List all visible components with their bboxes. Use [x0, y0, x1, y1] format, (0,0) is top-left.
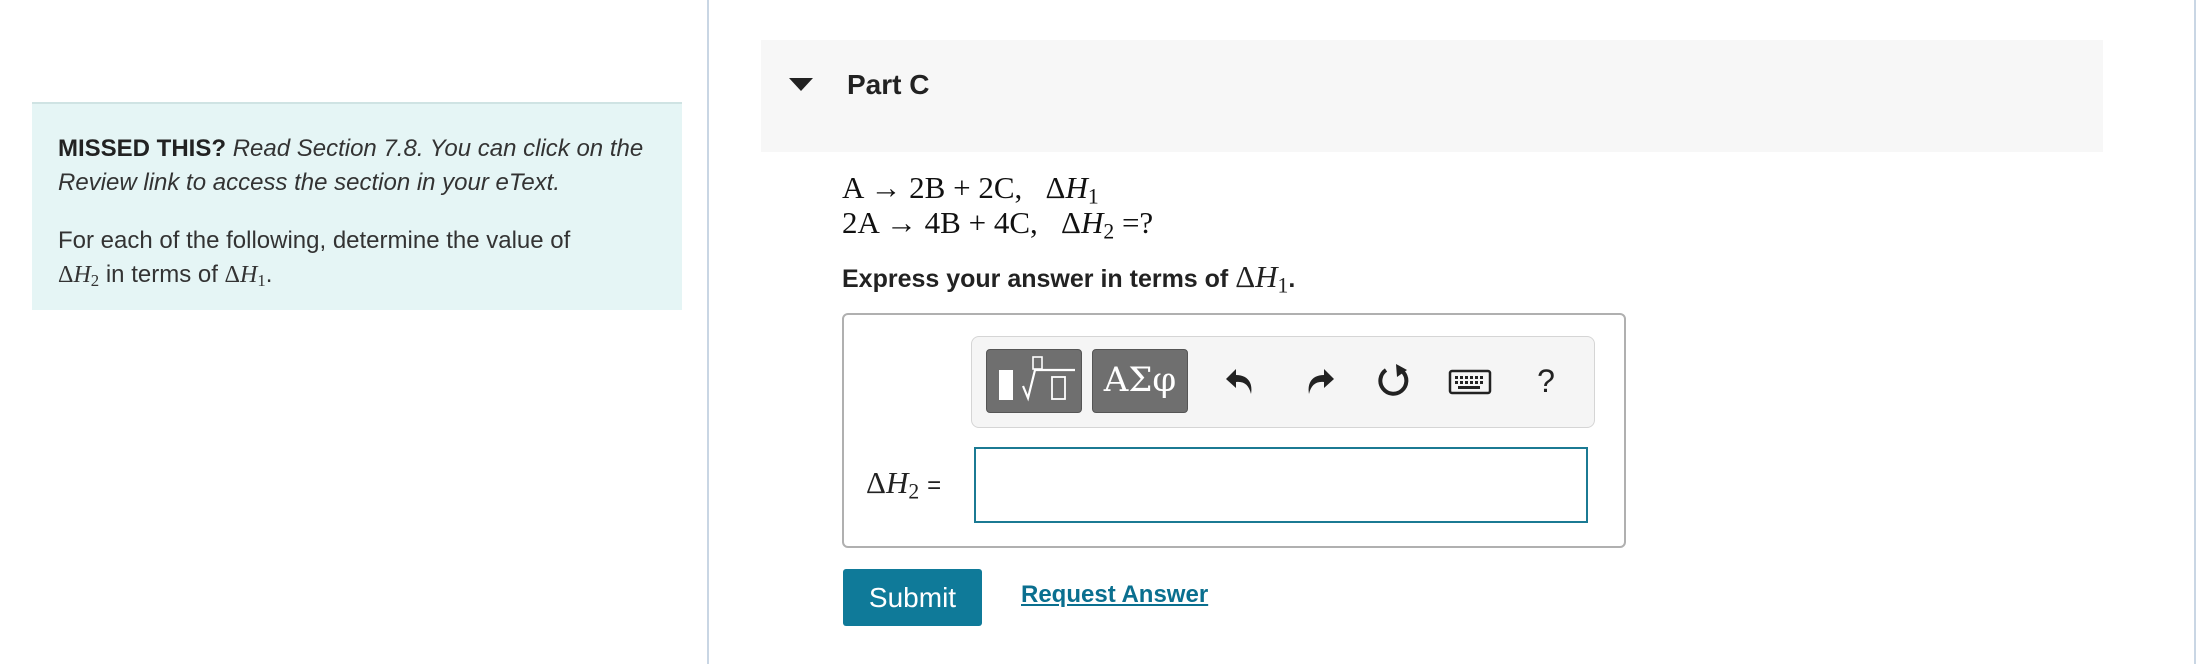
part-title: Part C: [847, 69, 930, 100]
hint-delta-h1: ΔH1: [224, 262, 266, 291]
templates-button[interactable]: [986, 349, 1082, 413]
hint-panel: MISSED THIS? Read Section 7.8. You can c…: [32, 102, 682, 310]
reset-icon[interactable]: [1374, 361, 1414, 401]
column-divider: [707, 0, 709, 664]
templates-icon: [999, 356, 1075, 402]
answer-lhs-label: ΔH2 =: [866, 465, 942, 504]
greek-letters-button[interactable]: ΑΣφ: [1092, 349, 1188, 413]
help-icon[interactable]: ?: [1526, 361, 1566, 401]
right-scroll-edge: [2194, 0, 2196, 664]
submit-button[interactable]: Submit: [843, 569, 982, 626]
hint-delta-h2: ΔH2: [58, 262, 100, 291]
equation-line-2: 2A → 4B + 4C, ΔH2 =?: [842, 205, 1154, 244]
keyboard-icon[interactable]: [1448, 361, 1492, 401]
instruction-delta-h1: ΔH1: [1235, 259, 1289, 298]
hint-missed-paragraph: MISSED THIS? Read Section 7.8. You can c…: [58, 132, 656, 200]
answer-instruction: Express your answer in terms of ΔH1.: [842, 259, 1296, 298]
equation-line-1: A → 2B + 2C, ΔH1: [842, 170, 1099, 209]
missed-this-label: MISSED THIS?: [58, 135, 227, 162]
redo-icon[interactable]: [1298, 361, 1338, 401]
hint-instruction-prefix: For each of the following, determine the…: [58, 227, 571, 254]
math-toolbar: ΑΣφ ?: [971, 336, 1595, 428]
hint-period: .: [265, 261, 273, 288]
part-header[interactable]: Part C: [761, 40, 2103, 152]
hint-instruction-paragraph: For each of the following, determine the…: [58, 224, 656, 292]
collapse-caret-icon[interactable]: [789, 78, 813, 91]
undo-icon[interactable]: [1222, 361, 1262, 401]
hint-in-terms-of: in terms of: [105, 261, 218, 288]
answer-input[interactable]: [974, 447, 1588, 523]
request-answer-link[interactable]: Request Answer: [1021, 581, 1208, 609]
